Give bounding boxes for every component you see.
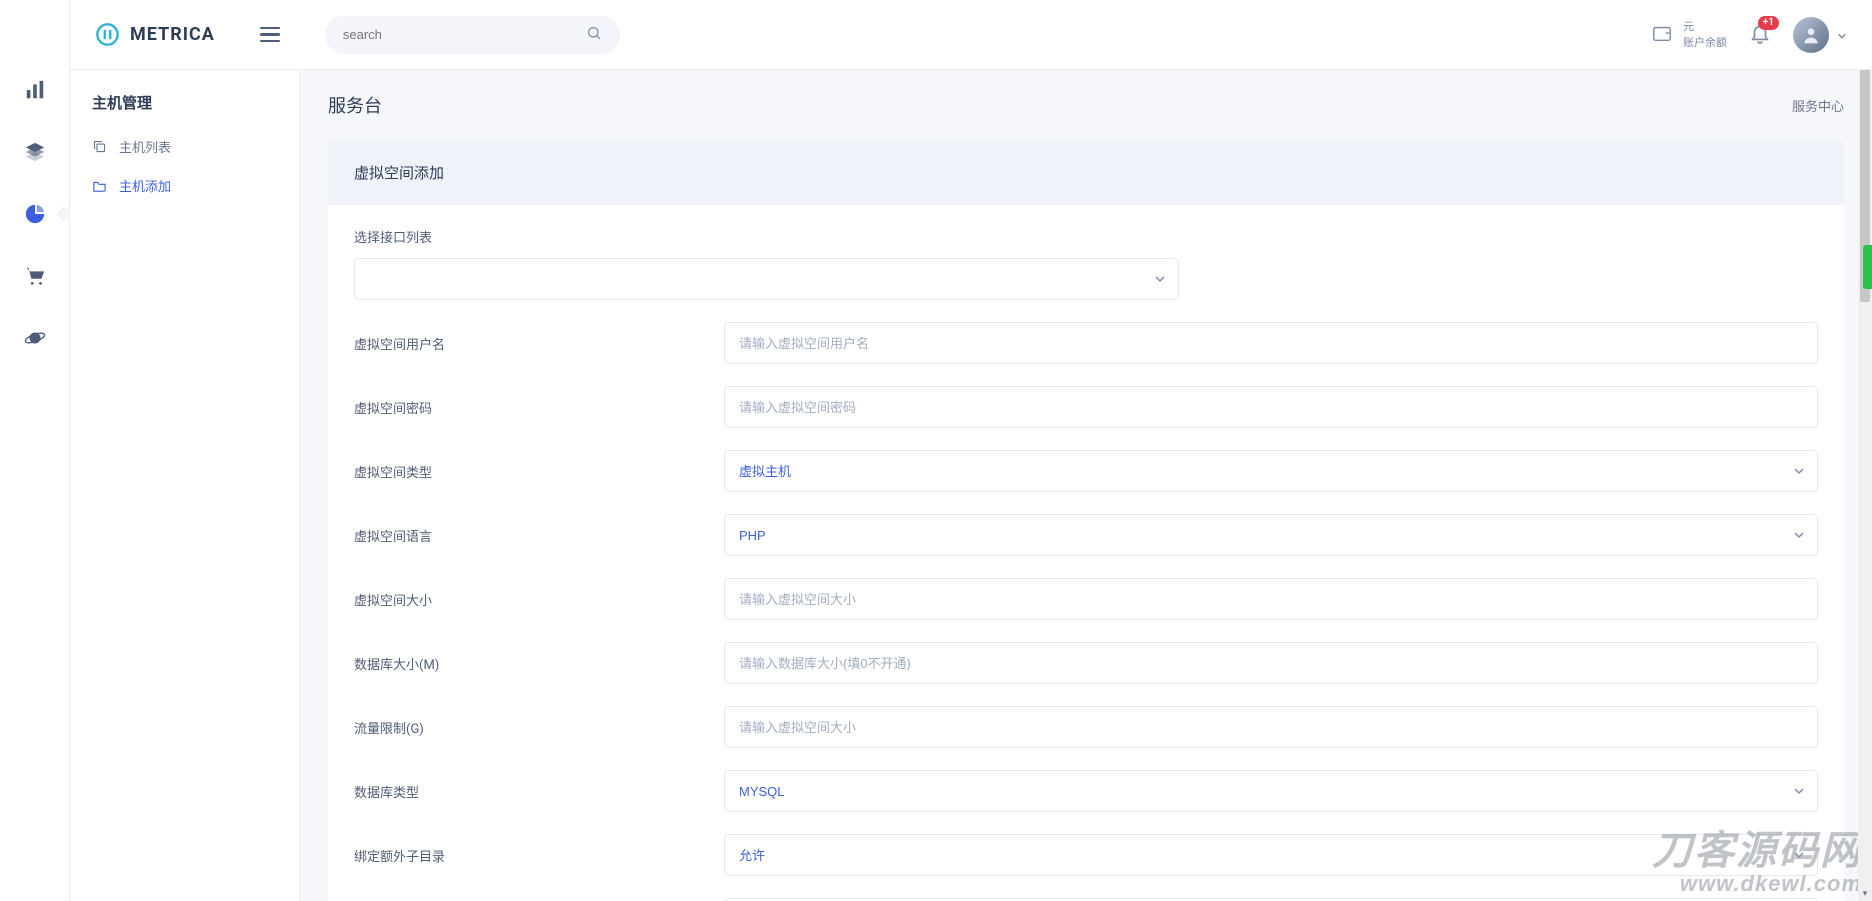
notification-bell[interactable]: +1 — [1749, 22, 1771, 48]
card-title: 虚拟空间添加 — [354, 162, 1818, 183]
select-db-type[interactable]: MYSQL — [724, 770, 1818, 812]
wallet-widget[interactable]: 元 账户余额 — [1651, 19, 1727, 50]
search-input[interactable] — [343, 27, 586, 42]
bar-chart-icon — [24, 79, 46, 101]
label-language: 虚拟空间语言 — [354, 526, 724, 545]
wallet-currency: 元 — [1683, 19, 1727, 34]
planet-icon — [24, 327, 46, 349]
scrollbar-down-arrow[interactable]: ▾ — [1858, 887, 1872, 901]
avatar — [1793, 17, 1829, 53]
label-type: 虚拟空间类型 — [354, 462, 724, 481]
hamburger-toggle[interactable] — [260, 23, 280, 47]
rail-pie[interactable] — [15, 194, 55, 234]
form-card: 虚拟空间添加 选择接口列表 虚拟空间用户名 虚拟空间密码 — [328, 140, 1844, 901]
top-header: METRICA 元 账户余额 +1 — [70, 0, 1872, 70]
rail-bar-chart[interactable] — [15, 70, 55, 110]
select-type[interactable]: 虚拟主机 — [724, 450, 1818, 492]
user-menu[interactable] — [1793, 17, 1847, 53]
sidebar-item-label: 主机添加 — [119, 176, 171, 195]
label-db-size: 数据库大小(M) — [354, 654, 724, 673]
wallet-icon — [1651, 22, 1673, 48]
label-flow-limit: 流量限制(G) — [354, 718, 724, 737]
search-icon — [586, 25, 602, 41]
select-language[interactable]: PHP — [724, 514, 1818, 556]
pie-icon — [24, 203, 46, 225]
rail-layers[interactable] — [15, 132, 55, 172]
folder-icon — [92, 178, 107, 193]
main-content: 服务台 服务中心 虚拟空间添加 选择接口列表 虚拟空间用户名 虚拟空间密码 — [300, 70, 1872, 901]
layers-icon — [24, 141, 46, 163]
brand-name: METRICA — [130, 24, 215, 45]
sidebar-item-host-list[interactable]: 主机列表 — [70, 127, 299, 166]
cart-icon — [24, 265, 46, 287]
icon-rail — [0, 0, 70, 901]
search-box — [325, 16, 620, 54]
label-username: 虚拟空间用户名 — [354, 334, 724, 353]
sidebar-item-host-add[interactable]: 主机添加 — [70, 166, 299, 205]
copy-icon — [92, 139, 107, 154]
label-size: 虚拟空间大小 — [354, 590, 724, 609]
select-bind-extra[interactable]: 允许 — [724, 834, 1818, 876]
card-header: 虚拟空间添加 — [328, 140, 1844, 205]
sidebar-item-label: 主机列表 — [119, 137, 171, 156]
rail-planet[interactable] — [15, 318, 55, 358]
search-button[interactable] — [586, 25, 602, 44]
logo-icon — [95, 22, 120, 47]
label-bind-extra: 绑定额外子目录 — [354, 846, 724, 865]
input-username[interactable] — [724, 322, 1818, 364]
sidebar-title: 主机管理 — [70, 92, 299, 127]
label-password: 虚拟空间密码 — [354, 398, 724, 417]
chevron-down-icon — [1837, 30, 1847, 40]
label-db-type: 数据库类型 — [354, 782, 724, 801]
input-password[interactable] — [724, 386, 1818, 428]
scrollbar[interactable]: ▾ — [1858, 0, 1872, 901]
input-db-size[interactable] — [724, 642, 1818, 684]
secondary-sidebar: 主机管理 主机列表 主机添加 — [70, 70, 300, 901]
rail-cart[interactable] — [15, 256, 55, 296]
breadcrumb: 服务中心 — [1792, 96, 1844, 115]
wallet-label: 账户余额 — [1683, 35, 1727, 50]
side-tab[interactable] — [1863, 245, 1872, 289]
page-headline: 服务台 服务中心 — [328, 92, 1844, 118]
input-size[interactable] — [724, 578, 1818, 620]
label-interface-list: 选择接口列表 — [354, 227, 1818, 246]
input-flow-limit[interactable] — [724, 706, 1818, 748]
notification-badge: +1 — [1758, 16, 1779, 30]
page-title: 服务台 — [328, 92, 382, 118]
select-interface-list[interactable] — [354, 258, 1179, 300]
